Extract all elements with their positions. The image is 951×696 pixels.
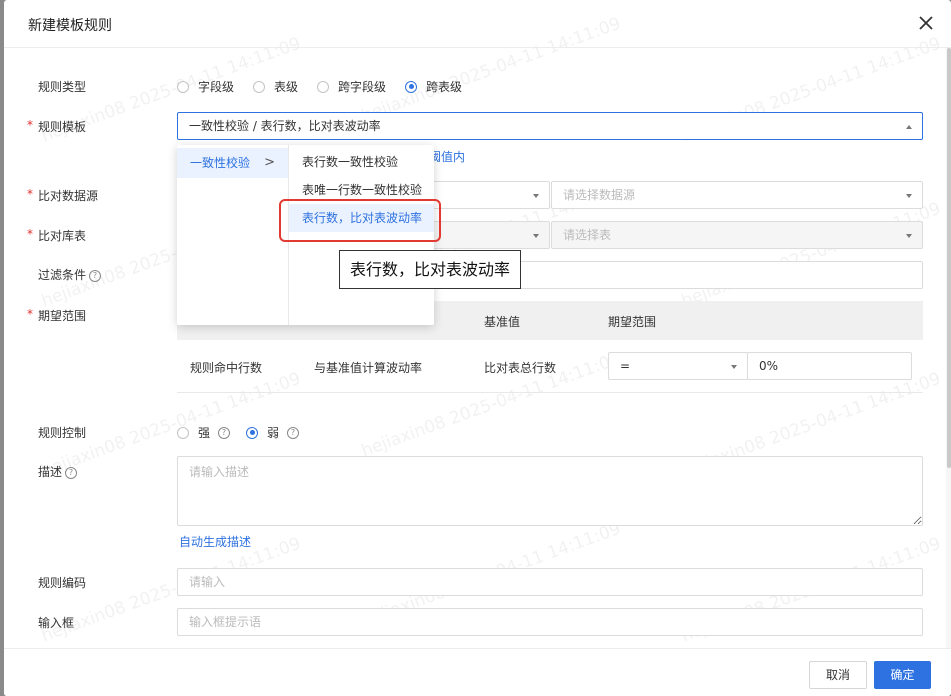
watermark: hejiaxin08 2025-04-11 14:11:09 xyxy=(678,198,944,312)
rule-type-option-cross-field[interactable]: 跨字段级 xyxy=(317,78,386,95)
required-mark: * xyxy=(27,227,33,241)
expect-value: 0% xyxy=(759,359,779,373)
rule-control-radio-group: 强 ? 弱 ? xyxy=(177,424,318,441)
compare-source-select[interactable]: 请选择数据源 xyxy=(551,181,923,209)
radio-label: 强 xyxy=(198,426,211,440)
rule-code-input[interactable]: 请输入 xyxy=(177,568,923,596)
rule-code-label: 规则编码 xyxy=(38,576,87,590)
radio-label: 字段级 xyxy=(198,80,235,94)
threshold-hint-link[interactable]: 阈值内 xyxy=(429,148,465,165)
compare-table-label: 比对库表 xyxy=(38,229,87,243)
required-mark: * xyxy=(27,187,33,201)
input-box-field[interactable]: 输入框提示语 xyxy=(177,608,923,636)
operator-select[interactable]: = xyxy=(608,352,748,380)
description-label: 描述? xyxy=(38,463,78,480)
radio-label: 跨表级 xyxy=(426,80,463,94)
radio-circle-selected xyxy=(246,426,259,439)
help-icon[interactable]: ? xyxy=(89,270,102,282)
compare-db-select[interactable] xyxy=(429,221,550,249)
rule-type-option-cross-table[interactable]: 跨表级 xyxy=(405,78,462,95)
rule-type-radio-group: 字段级 表级 跨字段级 跨表级 xyxy=(177,78,481,95)
radio-circle-selected xyxy=(405,80,418,93)
compare-source-type-select[interactable] xyxy=(429,181,550,209)
compare-source-placeholder: 请选择数据源 xyxy=(563,188,636,202)
radio-circle xyxy=(177,80,189,93)
radio-label: 弱 xyxy=(267,426,280,440)
table-divider xyxy=(177,392,923,393)
dialog-title: 新建模板规则 xyxy=(28,18,112,34)
row-baseline: 比对表总行数 xyxy=(484,361,557,375)
compare-table-placeholder: 请选择表 xyxy=(563,228,612,242)
input-box-placeholder: 输入框提示语 xyxy=(189,615,262,629)
input-box-label: 输入框 xyxy=(38,616,75,630)
header-expect-range: 期望范围 xyxy=(608,315,657,329)
chevron-down-icon xyxy=(906,194,912,198)
row-calc: 与基准值计算波动率 xyxy=(314,361,423,375)
tooltip: 表行数，比对表波动率 xyxy=(339,250,522,289)
required-mark: * xyxy=(27,307,33,321)
row-metric: 规则命中行数 xyxy=(190,361,263,375)
description-label-text: 描述 xyxy=(38,465,63,479)
dialog-footer: 取消 确定 xyxy=(4,648,951,696)
radio-circle xyxy=(253,80,266,93)
rule-control-option-strong[interactable]: 强 ? xyxy=(177,424,231,441)
rule-type-label: 规则类型 xyxy=(38,80,87,94)
chevron-down-icon xyxy=(533,234,539,238)
rule-template-select[interactable]: 一致性校验 / 表行数，比对表波动率 xyxy=(177,112,923,140)
cancel-button[interactable]: 取消 xyxy=(809,661,867,689)
scrollbar-thumb[interactable] xyxy=(947,48,951,468)
confirm-button[interactable]: 确定 xyxy=(874,661,931,689)
compare-source-label: 比对数据源 xyxy=(38,189,99,203)
cascader-option[interactable]: 表行数一致性校验 xyxy=(289,148,434,176)
help-icon[interactable]: ? xyxy=(65,467,78,479)
header-baseline: 基准值 xyxy=(484,315,521,329)
cascader-category-column: 一致性校验 > xyxy=(177,145,289,325)
chevron-down-icon xyxy=(533,194,539,198)
description-textarea[interactable] xyxy=(177,456,923,526)
help-icon[interactable]: ? xyxy=(287,426,300,439)
expect-value-input[interactable]: 0% xyxy=(747,352,912,380)
filter-label: 过滤条件? xyxy=(38,266,102,283)
rule-type-option-table[interactable]: 表级 xyxy=(253,78,298,95)
rule-template-value: 一致性校验 / 表行数，比对表波动率 xyxy=(189,119,381,133)
category-label: 一致性校验 xyxy=(190,156,251,170)
rule-code-placeholder: 请输入 xyxy=(189,575,226,589)
rule-type-option-field[interactable]: 字段级 xyxy=(177,78,234,95)
rule-control-label: 规则控制 xyxy=(38,426,87,440)
dialog-header: 新建模板规则 xyxy=(4,0,951,48)
auto-generate-description-link[interactable]: 自动生成描述 xyxy=(179,533,251,550)
radio-circle xyxy=(317,80,330,93)
chevron-down-icon xyxy=(906,234,912,238)
radio-label: 跨字段级 xyxy=(338,80,387,94)
filter-label-text: 过滤条件 xyxy=(38,268,87,282)
help-icon[interactable]: ? xyxy=(218,426,231,439)
chevron-right-icon: > xyxy=(264,155,275,170)
expect-range-label: 期望范围 xyxy=(38,309,87,323)
new-template-rule-dialog: hejiaxin08 2025-04-11 14:11:09 hejiaxin0… xyxy=(4,0,951,696)
chevron-up-icon xyxy=(906,125,912,129)
rule-template-label: 规则模板 xyxy=(38,120,87,134)
required-mark: * xyxy=(27,118,33,132)
radio-label: 表级 xyxy=(274,80,299,94)
radio-circle xyxy=(177,426,189,439)
highlight-box xyxy=(279,199,441,242)
chevron-down-icon xyxy=(731,365,737,369)
close-icon[interactable] xyxy=(914,11,938,35)
compare-table-select[interactable]: 请选择表 xyxy=(551,221,923,249)
operator-value: = xyxy=(620,359,631,373)
cascader-category-consistency[interactable]: 一致性校验 > xyxy=(177,148,288,178)
rule-control-option-weak[interactable]: 弱 ? xyxy=(246,424,300,441)
